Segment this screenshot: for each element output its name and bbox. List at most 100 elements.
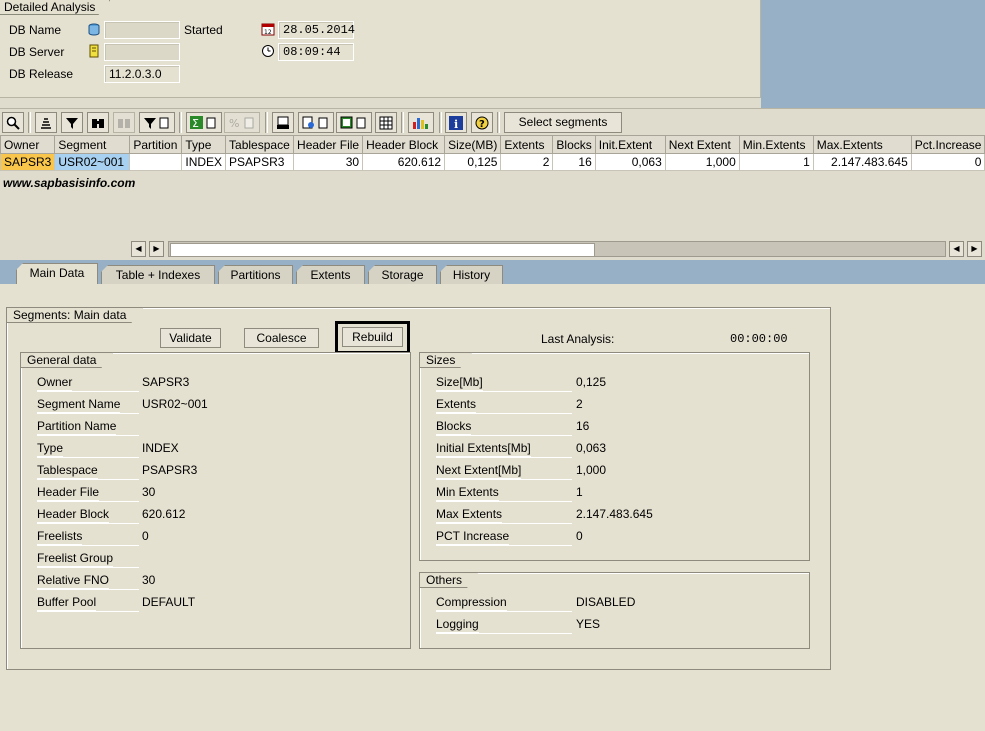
field-label: Extents: [436, 397, 477, 413]
tab-main-data[interactable]: Main Data: [16, 263, 98, 285]
field-underline: [436, 633, 572, 634]
start-time-field[interactable]: 08:09:44: [278, 43, 354, 61]
validate-button[interactable]: Validate: [160, 328, 221, 348]
column-header[interactable]: Header Block: [362, 135, 446, 154]
find-icon[interactable]: [87, 112, 109, 133]
print-icon[interactable]: [35, 112, 57, 133]
column-header[interactable]: Owner: [0, 135, 56, 154]
svg-text:Σ: Σ: [192, 117, 199, 130]
field-value: 0,063: [576, 441, 607, 455]
field-value: 0: [142, 529, 149, 543]
field-value: PSAPSR3: [142, 463, 198, 477]
field-label: Type: [37, 441, 64, 457]
chart-icon[interactable]: [408, 112, 434, 133]
field-value: 2: [576, 397, 583, 411]
sizes-title: Sizes: [419, 352, 472, 368]
column-header[interactable]: Pct.Increase: [910, 135, 985, 154]
column-header[interactable]: Header File: [293, 135, 364, 154]
details-icon[interactable]: [2, 112, 24, 133]
find-next-icon[interactable]: [113, 112, 135, 133]
grid-cell[interactable]: 0,125: [444, 153, 502, 171]
grid-cell[interactable]: SAPSR3: [0, 153, 56, 171]
field-label: Owner: [37, 375, 73, 391]
field-underline: [37, 435, 139, 436]
header-panel: Detailed Analysis DB Name DB Server DB R…: [0, 0, 761, 98]
rebuild-button[interactable]: Rebuild: [342, 327, 403, 347]
coalesce-button[interactable]: Coalesce: [244, 328, 319, 348]
grid-cell[interactable]: 16: [552, 153, 596, 171]
started-label: Started: [184, 23, 223, 37]
column-header[interactable]: Partition: [129, 135, 183, 154]
tab-history[interactable]: History: [440, 265, 503, 284]
field-label: Relative FNO: [37, 573, 110, 589]
grid-cell[interactable]: 30: [293, 153, 364, 171]
select-segments-button[interactable]: Select segments: [504, 112, 622, 133]
db-release-field[interactable]: 11.2.0.3.0: [104, 65, 180, 83]
grid-cell[interactable]: [129, 153, 183, 171]
scroll-right-end-icon[interactable]: ▶: [967, 241, 982, 257]
subtotal-icon[interactable]: %: [224, 112, 260, 133]
column-header[interactable]: Min.Extents: [738, 135, 814, 154]
field-value: 30: [142, 485, 156, 499]
info-icon[interactable]: i: [445, 112, 467, 133]
field-value: 16: [576, 419, 590, 433]
column-header[interactable]: Max.Extents: [812, 135, 912, 154]
spreadsheet-icon[interactable]: [336, 112, 372, 133]
scroll-right-icon[interactable]: ▶: [149, 241, 164, 257]
column-header[interactable]: Init.Extent: [594, 135, 666, 154]
grid-cell[interactable]: 1: [738, 153, 814, 171]
field-value: 30: [142, 573, 156, 587]
grid-cell[interactable]: USR02~001: [54, 153, 131, 171]
print-preview-icon[interactable]: [272, 112, 294, 133]
field-underline: [37, 523, 139, 524]
tab-storage[interactable]: Storage: [368, 265, 437, 284]
field-value: DISABLED: [576, 595, 636, 609]
grid-cell[interactable]: INDEX: [181, 153, 227, 171]
grid-cell[interactable]: 0: [910, 153, 985, 171]
field-label: Freelist Group: [37, 551, 114, 567]
filter-set-icon[interactable]: [139, 112, 175, 133]
horizontal-scrollbar[interactable]: ◀ ▶ ◀ ▶: [131, 241, 985, 257]
tab-partitions[interactable]: Partitions: [218, 265, 293, 284]
filter-icon[interactable]: [61, 112, 83, 133]
toolbar-separator: [401, 112, 404, 133]
db-name-field[interactable]: [104, 21, 180, 39]
column-header[interactable]: Next Extent: [664, 135, 740, 154]
scrollbar-track[interactable]: [168, 241, 946, 257]
field-label: Header File: [37, 485, 100, 501]
export-icon[interactable]: [298, 112, 334, 133]
db-server-field[interactable]: [104, 43, 180, 61]
grid-cell[interactable]: 0,063: [594, 153, 666, 171]
sum-icon[interactable]: Σ: [186, 112, 222, 133]
layout-icon[interactable]: [375, 112, 397, 133]
tab-extents[interactable]: Extents: [296, 265, 365, 284]
field-underline: [37, 545, 139, 546]
grid-cell[interactable]: 2.147.483.645: [812, 153, 912, 171]
field-value: 1: [576, 485, 583, 499]
toolbar-separator: [439, 112, 442, 133]
grid-cell[interactable]: 2: [500, 153, 554, 171]
column-header[interactable]: Tablespace: [225, 135, 295, 154]
grid-cell[interactable]: 620.612: [362, 153, 446, 171]
tab-table-indexes[interactable]: Table + Indexes: [101, 265, 215, 284]
start-date-field[interactable]: 28.05.2014: [278, 21, 355, 39]
watermark-text: www.sapbasisinfo.com: [3, 176, 136, 190]
field-label: Logging: [436, 617, 479, 633]
column-header[interactable]: Extents: [500, 135, 554, 154]
field-underline: [436, 545, 572, 546]
column-header[interactable]: Size(MB): [444, 135, 502, 154]
grid-cell[interactable]: PSAPSR3: [225, 153, 295, 171]
column-header[interactable]: Type: [181, 135, 227, 154]
scrollbar-thumb[interactable]: [170, 243, 595, 257]
field-label: Tablespace: [37, 463, 98, 479]
field-value: INDEX: [142, 441, 179, 455]
column-header[interactable]: Blocks: [552, 135, 596, 154]
help-icon[interactable]: ?: [471, 112, 493, 133]
segments-main-title: Segments: Main data: [6, 307, 143, 323]
scroll-left-end-icon[interactable]: ◀: [949, 241, 964, 257]
svg-text:12: 12: [264, 29, 272, 36]
table-row[interactable]: SAPSR3 USR02~001 INDEX PSAPSR3 30 620.612 0,12…: [0, 153, 985, 171]
column-header[interactable]: Segment: [54, 135, 131, 154]
grid-cell[interactable]: 1,000: [664, 153, 740, 171]
scroll-left-icon[interactable]: ◀: [131, 241, 146, 257]
